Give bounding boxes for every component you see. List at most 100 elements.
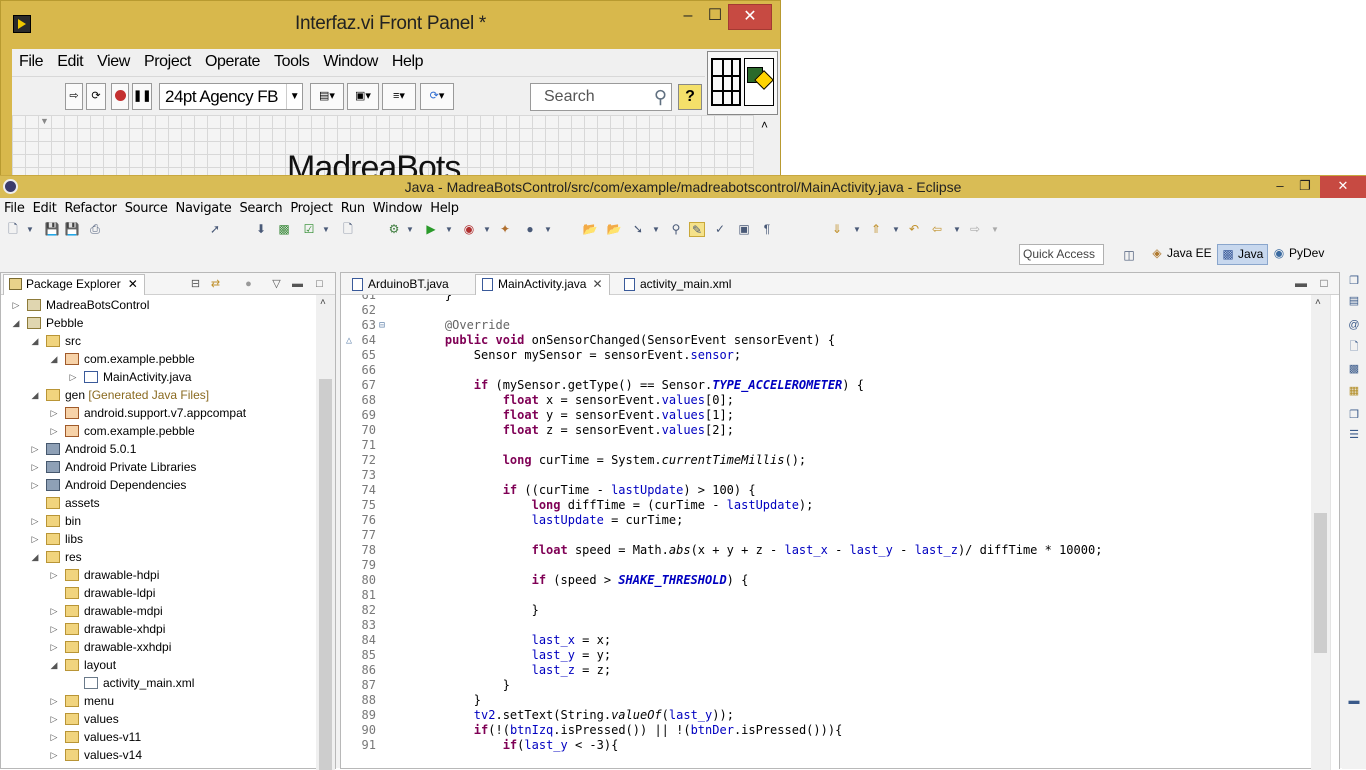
collapsed-arrow-icon[interactable]: ▷ xyxy=(30,530,40,548)
tree-item[interactable]: ▷ Android Dependencies xyxy=(1,476,316,494)
previous-annotation-dropdown-icon[interactable]: ▼ xyxy=(888,222,904,237)
minimize-view-icon[interactable]: ▬ xyxy=(290,277,305,291)
expanded-arrow-icon[interactable]: ◢ xyxy=(49,350,59,368)
pause-icon[interactable]: ❚❚ xyxy=(132,83,152,110)
expanded-arrow-icon[interactable]: ◢ xyxy=(30,386,40,404)
tree-item[interactable]: ▷ Android Private Libraries xyxy=(1,458,316,476)
menu-item-project[interactable]: Project xyxy=(290,198,333,216)
next-annotation-icon[interactable]: ⇓ xyxy=(829,222,845,237)
collapsed-arrow-icon[interactable]: ▷ xyxy=(49,728,59,746)
minimize-button[interactable]: – xyxy=(675,4,701,30)
menu-item-operate[interactable]: Operate xyxy=(198,49,267,71)
toggle-block-selection-icon[interactable]: ✓ xyxy=(712,222,728,237)
external-tools-dropdown-icon[interactable]: ▼ xyxy=(479,222,495,237)
collapsed-arrow-icon[interactable]: ▷ xyxy=(49,710,59,728)
new-class-dropdown-icon[interactable]: ▼ xyxy=(540,222,556,237)
collapsed-arrow-icon[interactable]: ▷ xyxy=(49,638,59,656)
editor-tab[interactable]: ArduinoBT.java xyxy=(345,274,456,295)
link-with-editor-icon[interactable]: ⇄ xyxy=(208,277,223,291)
connector-pane[interactable] xyxy=(707,51,778,115)
toggle-mark-occurrences-icon[interactable]: ✎ xyxy=(689,222,705,237)
perspective-java-ee[interactable]: ◈ Java EE xyxy=(1147,244,1216,265)
restore-lower-icon[interactable]: ❐ xyxy=(1347,408,1361,422)
expanded-arrow-icon[interactable]: ◢ xyxy=(49,656,59,674)
tree-item[interactable]: ◢ res xyxy=(1,548,316,566)
sdk-manager-icon[interactable]: ⬇ xyxy=(253,222,269,237)
tree-item[interactable]: ▷ drawable-xhdpi xyxy=(1,620,316,638)
tree-item[interactable]: ▷ MadreaBotsControl xyxy=(1,296,316,314)
search-toolbar-icon[interactable]: ➘ xyxy=(630,222,646,237)
code-area[interactable]: 61 } 62 63 ⊟ @Override △ 64 public void onSen… xyxy=(341,295,1311,770)
debug-dropdown-icon[interactable]: ▼ xyxy=(402,222,418,237)
expanded-arrow-icon[interactable]: ◢ xyxy=(30,332,40,350)
save-icon[interactable]: 💾 xyxy=(44,222,60,237)
open-perspective-icon[interactable]: ◫ xyxy=(1121,248,1137,263)
new-android-project-icon[interactable]: 🗋 xyxy=(340,222,356,237)
problems-icon[interactable]: ▦ xyxy=(1347,384,1361,398)
collapsed-arrow-icon[interactable]: ▷ xyxy=(49,692,59,710)
tree-item[interactable]: ▷ com.example.pebble xyxy=(1,422,316,440)
package-explorer-tab[interactable]: Package Explorer ✕ xyxy=(3,274,145,295)
tree-item[interactable]: ◢ src xyxy=(1,332,316,350)
avd-manager-icon[interactable]: ▩ xyxy=(276,222,292,237)
minimize-editor-icon[interactable]: ▬ xyxy=(1293,276,1309,291)
tree-item[interactable]: ▷ Android 5.0.1 xyxy=(1,440,316,458)
editor-tab[interactable]: MainActivity.java ✕ xyxy=(475,274,610,295)
tree-item[interactable]: ▷ android.support.v7.appcompat xyxy=(1,404,316,422)
minimized-view-icon[interactable]: ▬ xyxy=(1347,694,1361,708)
run-arrow-icon[interactable]: ⇨ xyxy=(65,83,83,110)
scroll-up-icon[interactable]: ˄ xyxy=(1315,297,1321,308)
reorder-icon[interactable]: ⟳▾ xyxy=(420,83,454,110)
expanded-arrow-icon[interactable]: ◢ xyxy=(30,548,40,566)
eclipse-minimize-button[interactable]: – xyxy=(1266,176,1294,198)
new-class-icon[interactable]: ● xyxy=(522,222,538,237)
close-icon[interactable]: ✕ xyxy=(592,277,602,291)
tree-item[interactable]: ▷ bin xyxy=(1,512,316,530)
quick-access-input[interactable]: Quick Access xyxy=(1019,244,1104,265)
external-tools-icon[interactable]: ◉ xyxy=(461,222,477,237)
eclipse-close-button[interactable]: ✕ xyxy=(1320,176,1366,198)
collapsed-arrow-icon[interactable]: ▷ xyxy=(11,296,21,314)
run-icon[interactable]: ▶ xyxy=(423,222,439,237)
help-icon[interactable]: ? xyxy=(678,84,702,110)
perspective-pydev[interactable]: ◉ PyDev xyxy=(1269,244,1328,265)
collapse-all-icon[interactable]: ⊟ xyxy=(188,277,203,291)
collapsed-arrow-icon[interactable]: ▷ xyxy=(30,512,40,530)
collapsed-arrow-icon[interactable]: ▷ xyxy=(49,602,59,620)
menu-item-run[interactable]: Run xyxy=(341,198,365,216)
new-dropdown-icon[interactable]: ▼ xyxy=(22,222,38,237)
menu-item-edit[interactable]: Edit xyxy=(33,198,57,216)
tree-item[interactable]: ▷ values xyxy=(1,710,316,728)
new-icon[interactable]: 🗋 xyxy=(5,222,21,237)
vi-icon[interactable] xyxy=(744,58,774,106)
resize-objects-icon[interactable]: ≡▾ xyxy=(382,83,416,110)
front-panel-canvas[interactable]: ▼ MadreaBots xyxy=(12,115,754,187)
new-java-project-icon[interactable]: ✦ xyxy=(497,222,513,237)
editor-tab[interactable]: activity_main.xml xyxy=(617,274,738,295)
menu-item-help[interactable]: Help xyxy=(430,198,459,216)
tree-item[interactable]: activity_main.xml xyxy=(1,674,316,692)
open-type-icon[interactable]: 📂 xyxy=(582,222,598,237)
tree-item[interactable]: ▷ MainActivity.java xyxy=(1,368,316,386)
menu-item-project[interactable]: Project xyxy=(137,49,198,71)
tree-item[interactable]: drawable-ldpi xyxy=(1,584,316,602)
back-dropdown-icon[interactable]: ▼ xyxy=(949,222,965,237)
maximize-view-icon[interactable]: □ xyxy=(312,277,327,291)
abort-icon[interactable] xyxy=(111,83,129,110)
tree-item[interactable]: assets xyxy=(1,494,316,512)
collapsed-arrow-icon[interactable]: ▷ xyxy=(49,422,59,440)
tree-item[interactable]: ▷ values-v11 xyxy=(1,728,316,746)
logcat-icon[interactable]: ☰ xyxy=(1347,428,1361,442)
toggle-markers-icon[interactable]: ⚲ xyxy=(668,222,684,237)
javadoc-icon[interactable]: @ xyxy=(1347,318,1361,332)
labview-vertical-scrollbar[interactable]: ˄ xyxy=(754,115,780,180)
maximize-button[interactable]: ☐ xyxy=(702,4,728,30)
scrollbar-thumb[interactable] xyxy=(319,379,332,770)
tree-item[interactable]: ◢ com.example.pebble xyxy=(1,350,316,368)
font-selector[interactable]: 24pt Agency FB ▼ xyxy=(159,83,303,110)
expanded-arrow-icon[interactable]: ◢ xyxy=(11,314,21,332)
tree-item[interactable]: ▷ drawable-hdpi xyxy=(1,566,316,584)
lint-dropdown-icon[interactable]: ▼ xyxy=(318,222,334,237)
tree-item[interactable]: ◢ Pebble xyxy=(1,314,316,332)
restore-icon[interactable]: ❐ xyxy=(1347,274,1361,288)
